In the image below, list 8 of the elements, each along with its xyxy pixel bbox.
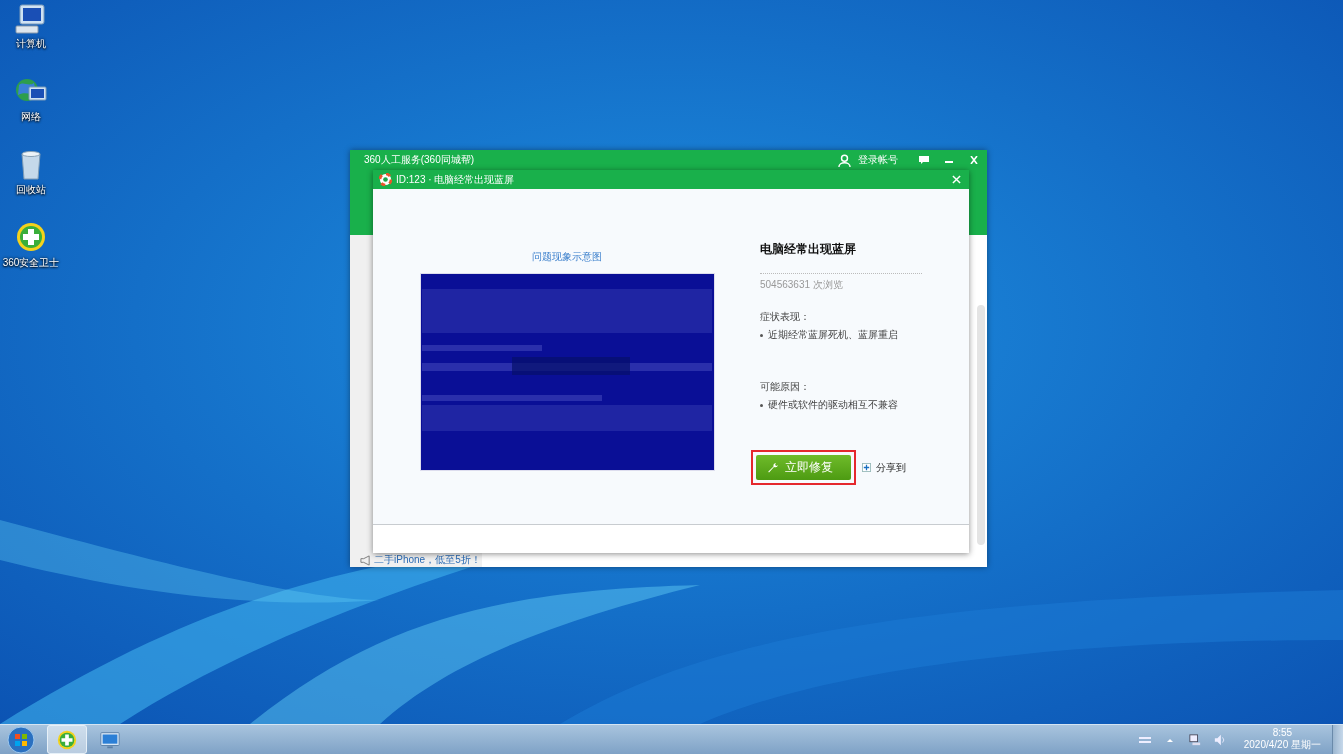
- clock-date: 2020/4/20 星期一: [1243, 738, 1321, 752]
- shield-plus-icon: [56, 728, 78, 751]
- speaker-icon[interactable]: [1213, 733, 1226, 746]
- clock[interactable]: 8:55 2020/4/20 星期一: [1233, 727, 1329, 752]
- clock-time: 8:55: [1272, 727, 1293, 738]
- show-desktop-button[interactable]: [1332, 725, 1343, 754]
- start-button[interactable]: [6, 724, 36, 754]
- taskbar-app[interactable]: [47, 725, 87, 754]
